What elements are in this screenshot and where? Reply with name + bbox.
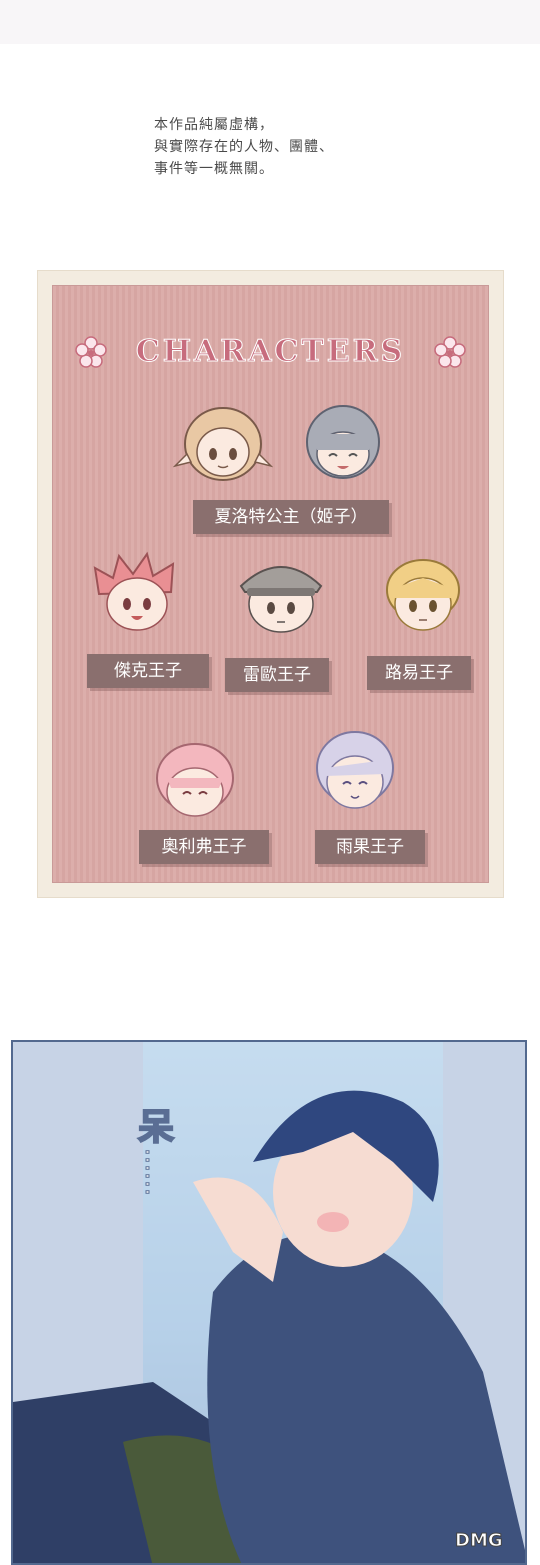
label-leo: 雷歐王子 [225, 658, 329, 692]
flower-icon [434, 336, 466, 368]
leo-portrait [239, 566, 323, 633]
disclaimer-line-1: 本作品純屬虛構， [154, 117, 274, 133]
louis-portrait [386, 559, 460, 631]
disclaimer: 本作品純屬虛構， 與實際存在的人物、團體、 事件等一概無關。 [154, 114, 414, 180]
disclaimer-line-2: 與實際存在的人物、團體、 [154, 139, 334, 155]
characters-card: CHARACTERS 夏洛特公主（姬子） 傑克王子 雷歐王子 路易王子 奧利弗王… [37, 270, 504, 898]
label-hugo: 雨果王子 [315, 830, 425, 864]
comic-illustration [13, 1042, 525, 1563]
disclaimer-line-3: 事件等一概無關。 [154, 161, 274, 177]
charlotte-portrait [173, 407, 273, 481]
comic-panel [11, 1040, 527, 1565]
characters-card-inner: CHARACTERS 夏洛特公主（姬子） 傑克王子 雷歐王子 路易王子 奧利弗王… [52, 285, 489, 883]
characters-title: CHARACTERS [135, 334, 406, 370]
label-charlotte: 夏洛特公主（姬子） [193, 500, 389, 534]
sfx-ellipsis: …… [140, 1148, 169, 1197]
label-jack: 傑克王子 [87, 654, 209, 688]
himeko-portrait [306, 405, 380, 479]
label-louis: 路易王子 [367, 656, 471, 690]
hugo-portrait [316, 731, 394, 809]
oliver-portrait [156, 743, 234, 817]
top-bar [0, 0, 540, 44]
sfx-dazed: 呆 [137, 1105, 175, 1149]
label-oliver: 奧利弗王子 [139, 830, 269, 864]
jack-portrait [93, 551, 175, 631]
watermark: DMG [455, 1530, 504, 1552]
